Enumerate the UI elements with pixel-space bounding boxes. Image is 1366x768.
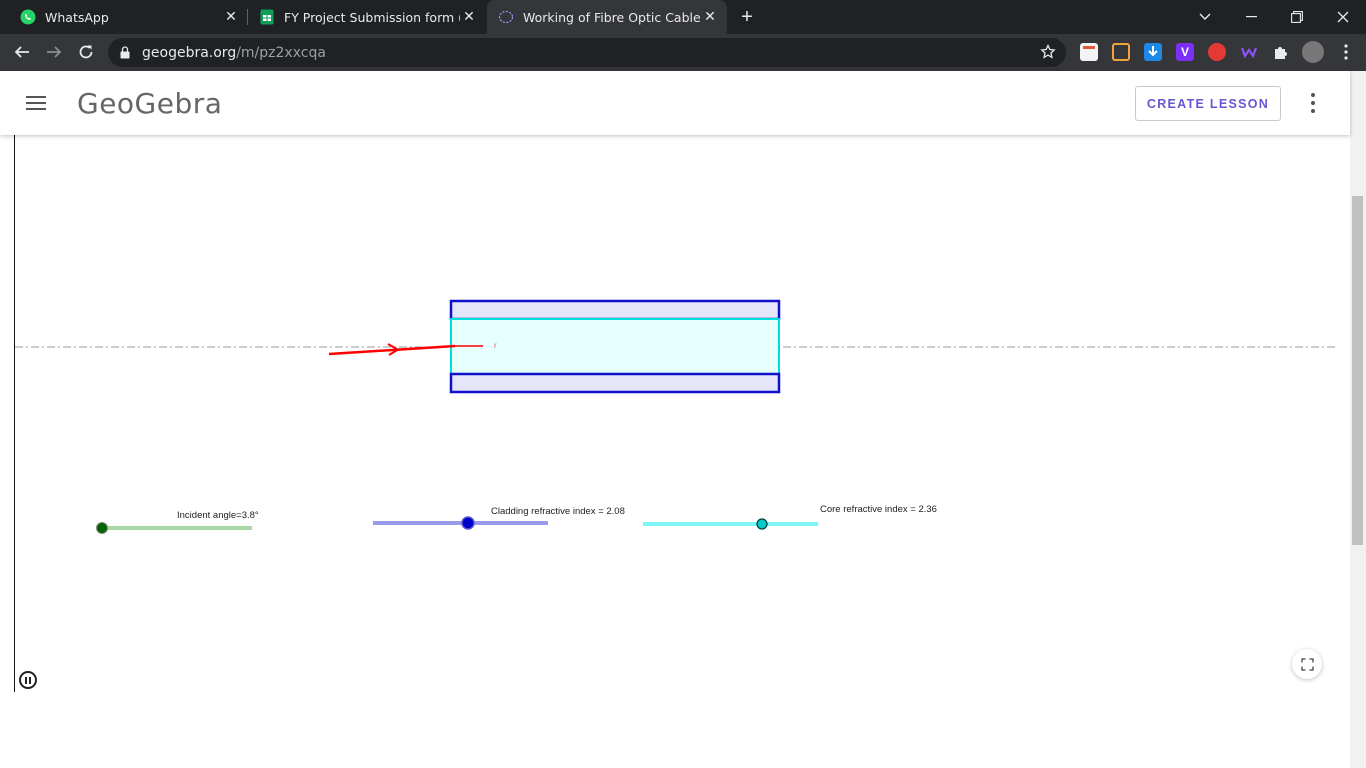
reload-icon xyxy=(79,45,93,59)
extension-adblock-icon[interactable] xyxy=(1208,43,1226,61)
geogebra-applet[interactable]: r Incident angle=3.8° Cladding refractiv… xyxy=(14,135,1336,692)
tab-fibre-optic[interactable]: Working of Fibre Optic Cables – ( ✕ xyxy=(487,0,727,34)
browser-toolbar: geogebra.org/m/pz2xxcqa V xyxy=(0,34,1366,71)
reload-button[interactable] xyxy=(74,40,98,64)
tab-search-icon[interactable] xyxy=(1182,0,1228,34)
extensions-puzzle-icon[interactable] xyxy=(1272,43,1290,61)
pause-icon xyxy=(25,676,27,684)
cladding-top xyxy=(449,299,781,321)
more-options-icon[interactable] xyxy=(1304,93,1322,113)
google-sheets-icon xyxy=(260,9,274,25)
tab-close-icon[interactable]: ✕ xyxy=(460,8,478,26)
tab-title: Working of Fibre Optic Cables – ( xyxy=(523,9,701,25)
applet-canvas: r xyxy=(15,299,1336,534)
extension-wave-icon[interactable] xyxy=(1240,43,1258,61)
arrow-right-icon xyxy=(47,46,62,58)
browser-menu-icon[interactable] xyxy=(1334,40,1358,64)
core-slider-handle[interactable] xyxy=(756,518,768,530)
url-text: geogebra.org/m/pz2xxcqa xyxy=(142,45,326,61)
geogebra-icon xyxy=(498,10,514,24)
lock-icon xyxy=(120,46,130,59)
tab-close-icon[interactable]: ✕ xyxy=(222,8,240,26)
tab-close-icon[interactable]: ✕ xyxy=(701,8,719,26)
hamburger-menu-icon[interactable] xyxy=(26,96,46,110)
incident-angle-label: Incident angle=3.8° xyxy=(177,510,259,521)
core-index-label: Core refractive index = 2.36 xyxy=(820,504,937,515)
tab-title: FY Project Submission form (Resp xyxy=(284,9,460,25)
url-domain: geogebra.org xyxy=(142,45,237,61)
geogebra-logo[interactable]: GeoGebra xyxy=(77,87,222,120)
tab-title: WhatsApp xyxy=(45,9,109,25)
browser-tab-strip: WhatsApp ✕ FY Project Submission form (R… xyxy=(0,0,1366,34)
close-window-button[interactable] xyxy=(1320,0,1366,34)
ray-label: r xyxy=(494,341,497,350)
tab-project-form[interactable]: FY Project Submission form (Resp ✕ xyxy=(248,0,486,34)
bookmark-star-icon[interactable] xyxy=(1040,44,1056,60)
cladding-index-label: Cladding refractive index = 2.08 xyxy=(491,506,625,517)
scrollbar-thumb[interactable] xyxy=(1352,196,1363,545)
extension-v-icon[interactable]: V xyxy=(1176,43,1194,61)
fullscreen-button[interactable] xyxy=(1292,649,1322,679)
geogebra-header: GeoGebra CREATE LESSON xyxy=(0,71,1350,135)
whatsapp-icon xyxy=(20,9,36,25)
profile-avatar[interactable] xyxy=(1302,41,1324,63)
minimize-button[interactable] xyxy=(1228,0,1274,34)
cladding-bottom xyxy=(449,372,781,394)
fibre-core xyxy=(450,318,780,375)
extension-notes-icon[interactable] xyxy=(1080,43,1098,61)
url-path: /m/pz2xxcqa xyxy=(236,45,326,61)
back-button[interactable] xyxy=(10,40,34,64)
address-bar[interactable]: geogebra.org/m/pz2xxcqa xyxy=(108,38,1066,67)
pause-animation-button[interactable] xyxy=(19,671,37,689)
fullscreen-icon xyxy=(1300,657,1314,671)
forward-button[interactable] xyxy=(42,40,66,64)
create-lesson-button[interactable]: CREATE LESSON xyxy=(1135,86,1281,121)
arrow-left-icon xyxy=(14,46,29,58)
restore-button[interactable] xyxy=(1274,0,1320,34)
extension-download-icon[interactable] xyxy=(1144,43,1162,61)
extension-screenshot-icon[interactable] xyxy=(1112,43,1130,61)
cladding-slider-handle[interactable] xyxy=(461,516,475,530)
new-tab-button[interactable]: + xyxy=(736,6,758,28)
tab-whatsapp[interactable]: WhatsApp ✕ xyxy=(8,0,248,34)
incident-angle-slider-handle[interactable] xyxy=(96,522,108,534)
